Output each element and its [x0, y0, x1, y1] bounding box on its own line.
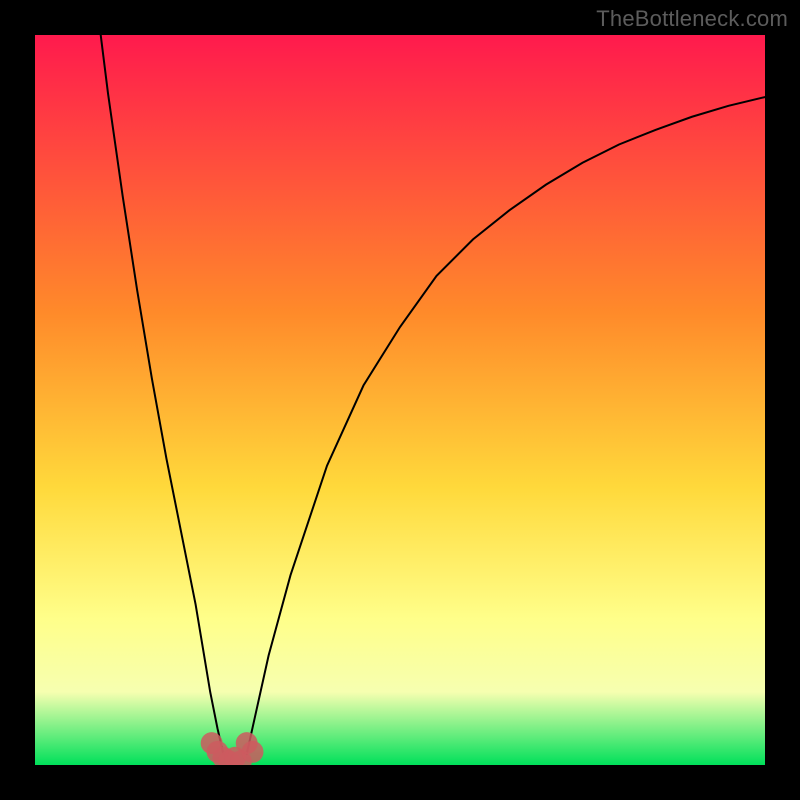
- curve-right-branch: [247, 97, 765, 754]
- curve-left-branch: [101, 35, 224, 754]
- curve-layer: [35, 35, 765, 765]
- watermark-text: TheBottleneck.com: [596, 6, 788, 32]
- marker-group: [201, 732, 264, 765]
- bottleneck-marker: [242, 741, 264, 763]
- chart-frame: TheBottleneck.com: [0, 0, 800, 800]
- plot-area: [35, 35, 765, 765]
